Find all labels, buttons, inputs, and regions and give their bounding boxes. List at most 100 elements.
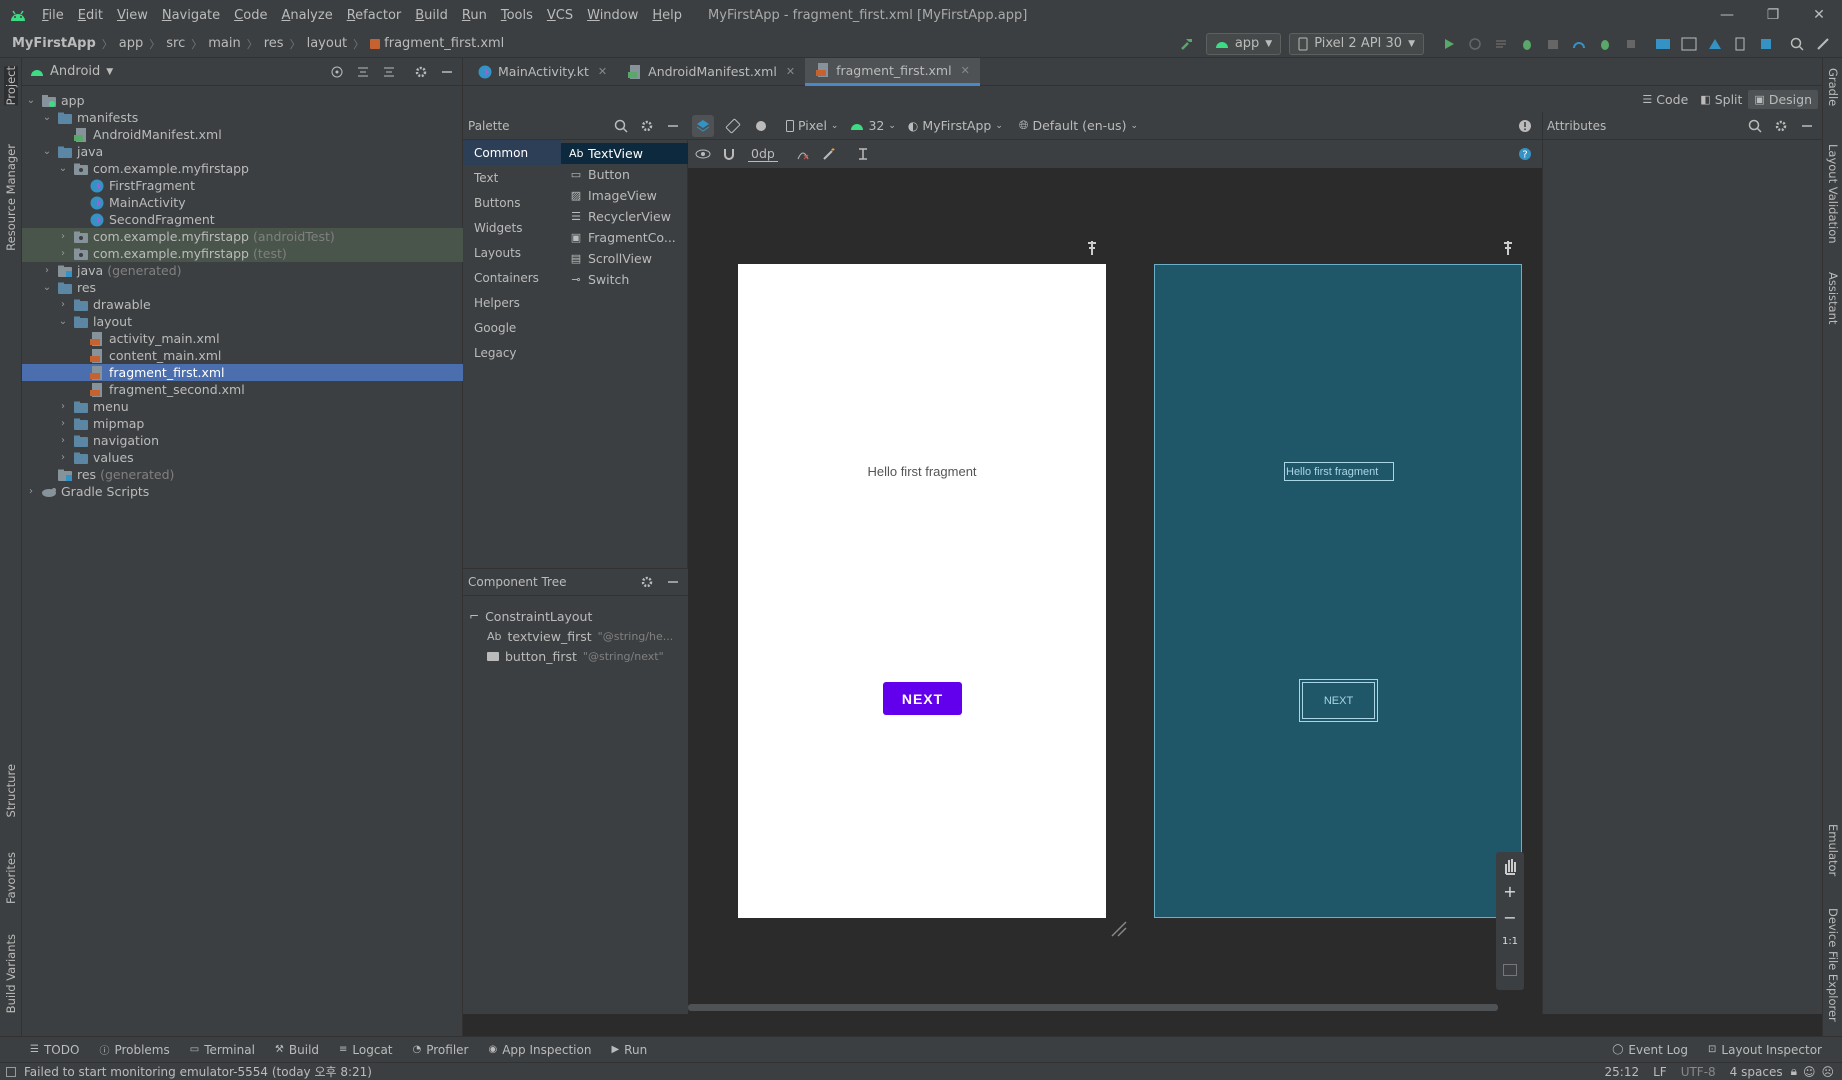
select-opened-file-icon[interactable] (326, 61, 348, 83)
menu-analyze[interactable]: Analyze (281, 8, 332, 23)
hide-panel-icon[interactable] (662, 571, 684, 593)
zoom-out-button[interactable]: − (1496, 908, 1524, 927)
editor-tab[interactable]: fragment_first.xml ✕ (805, 57, 980, 86)
design-mode-button[interactable]: ▣ Design (1748, 89, 1818, 109)
make-project-hammer-icon[interactable] (1176, 33, 1198, 55)
palette-category[interactable]: Helpers (463, 290, 561, 315)
chevron-right-icon[interactable]: › (57, 401, 69, 412)
menu-build[interactable]: Build (415, 8, 448, 23)
menu-code[interactable]: Code (234, 8, 267, 23)
menu-view[interactable]: View (117, 8, 148, 23)
breadcrumb-item[interactable]: res (264, 36, 284, 51)
project-tree-item[interactable]: › java (generated) (22, 262, 463, 279)
blueprint-preview-screen[interactable]: Hello first fragment NEXT (1154, 264, 1522, 918)
zoom-in-button[interactable]: + (1496, 882, 1524, 901)
project-tree-item[interactable]: ⌄ res (22, 279, 463, 296)
indent-setting[interactable]: 4 spaces (1730, 1065, 1783, 1079)
breadcrumb-item[interactable]: fragment_first.xml (384, 36, 504, 51)
project-structure-icon[interactable] (1652, 33, 1674, 55)
menu-file[interactable]: File (42, 8, 64, 23)
hide-panel-icon[interactable] (436, 61, 458, 83)
pan-hand-icon[interactable] (1500, 856, 1520, 876)
project-tree-item[interactable]: MainActivity (22, 194, 463, 211)
sync-gradle-icon[interactable] (1756, 33, 1778, 55)
palette-category[interactable]: Google (463, 315, 561, 340)
canvas-horizontal-scrollbar[interactable] (688, 1004, 1498, 1011)
resource-manager-tool-tab[interactable]: Resource Manager (4, 144, 18, 251)
project-tree-item[interactable]: content_main.xml (22, 347, 463, 364)
run-configuration-select[interactable]: app ▼ (1205, 32, 1282, 55)
chevron-down-icon[interactable]: ⌄ (41, 112, 53, 123)
palette-category[interactable]: Buttons (463, 190, 561, 215)
gear-icon[interactable] (636, 571, 658, 593)
attach-debugger-icon[interactable] (1594, 33, 1616, 55)
avd-manager-icon[interactable] (1678, 33, 1700, 55)
chevron-down-icon[interactable]: ⌄ (41, 282, 53, 293)
menu-edit[interactable]: Edit (78, 8, 103, 23)
menu-window[interactable]: Window (587, 8, 638, 23)
menu-refactor[interactable]: Refactor (347, 8, 402, 23)
night-mode-icon[interactable] (750, 115, 772, 137)
status-message[interactable]: Failed to start monitoring emulator-5554… (24, 1063, 372, 1080)
chevron-down-icon[interactable]: ⌄ (41, 146, 53, 157)
palette-item[interactable]: ▭ Button (561, 164, 688, 185)
profile-icon[interactable] (1568, 33, 1590, 55)
clear-constraints-icon[interactable] (792, 143, 814, 165)
component-button[interactable]: button_first "@string/next" (487, 646, 664, 666)
warning-icon[interactable] (1514, 115, 1536, 137)
project-tree-item[interactable]: AndroidManifest.xml (22, 126, 463, 143)
breadcrumb-item[interactable]: app (119, 36, 143, 51)
gear-icon[interactable] (636, 115, 658, 137)
preview-hello-text[interactable]: Hello first fragment (738, 464, 1106, 479)
menu-tools[interactable]: Tools (501, 8, 533, 23)
line-separator[interactable]: LF (1653, 1065, 1667, 1079)
project-tree-item[interactable]: › menu (22, 398, 463, 415)
chevron-right-icon[interactable]: › (57, 231, 69, 242)
menu-navigate[interactable]: Navigate (162, 8, 220, 23)
code-mode-button[interactable]: ☰ Code (1636, 90, 1694, 109)
minimize-button[interactable]: — (1704, 0, 1750, 30)
palette-item[interactable]: ☰ RecyclerView (561, 206, 688, 227)
assistant-tool-tab[interactable]: Assistant (1826, 272, 1840, 324)
breadcrumb-item[interactable]: main (208, 36, 240, 51)
blueprint-hello-text[interactable]: Hello first fragment (1284, 462, 1394, 481)
project-tree-item[interactable]: › navigation (22, 432, 463, 449)
component-tree-root[interactable]: ⌐ ConstraintLayout (469, 606, 592, 626)
apply-code-changes-icon[interactable] (1490, 33, 1512, 55)
project-tree-item[interactable]: › com.example.myfirstapp (test) (22, 245, 463, 262)
palette-category[interactable]: Text (463, 165, 561, 190)
settings-sync-icon[interactable] (1812, 33, 1834, 55)
project-tree-item[interactable]: SecondFragment (22, 211, 463, 228)
close-tab-icon[interactable]: ✕ (598, 65, 607, 78)
gear-icon[interactable] (1770, 115, 1792, 137)
project-tree-item[interactable]: › mipmap (22, 415, 463, 432)
tool-window-terminal[interactable]: ▭ Terminal (190, 1043, 255, 1057)
chevron-right-icon[interactable]: › (57, 418, 69, 429)
palette-category[interactable]: Widgets (463, 215, 561, 240)
blueprint-view-pin-icon[interactable] (1502, 240, 1514, 256)
palette-item[interactable]: ⊸ Switch (561, 269, 688, 290)
project-tree-item[interactable]: ⌄ app (22, 92, 463, 109)
build-variants-tool-tab[interactable]: Build Variants (4, 934, 18, 1013)
editor-tab[interactable]: MainActivity.kt ✕ (467, 58, 617, 86)
caret-position[interactable]: 25:12 (1605, 1065, 1640, 1079)
chevron-right-icon[interactable]: › (25, 486, 37, 497)
project-tree-item[interactable]: ⌄ layout (22, 313, 463, 330)
design-preview-screen[interactable]: Hello first fragment NEXT (738, 264, 1106, 918)
palette-item[interactable]: ▣ FragmentCo... (561, 227, 688, 248)
locale-select[interactable]: 🌐︎ Default (en-us) ⌄ (1019, 118, 1138, 133)
chevron-right-icon[interactable]: › (57, 299, 69, 310)
hide-panel-icon[interactable] (662, 115, 684, 137)
api-level-select[interactable]: 32 ⌄ (850, 118, 896, 133)
resize-handle-icon[interactable] (1110, 920, 1128, 938)
project-tree-item[interactable]: › Gradle Scripts (22, 483, 463, 500)
close-tab-icon[interactable]: ✕ (961, 64, 970, 77)
chevron-right-icon[interactable]: › (57, 452, 69, 463)
preview-next-button[interactable]: NEXT (883, 682, 962, 715)
guidelines-icon[interactable] (852, 143, 874, 165)
blueprint-next-button[interactable]: NEXT (1299, 679, 1378, 722)
chevron-down-icon[interactable]: ⌄ (57, 163, 69, 174)
zoom-to-fit-icon[interactable] (1503, 964, 1517, 976)
project-tree-item[interactable]: ⌄ com.example.myfirstapp (22, 160, 463, 177)
tool-window-todo[interactable]: ☰ TODO (30, 1043, 79, 1057)
